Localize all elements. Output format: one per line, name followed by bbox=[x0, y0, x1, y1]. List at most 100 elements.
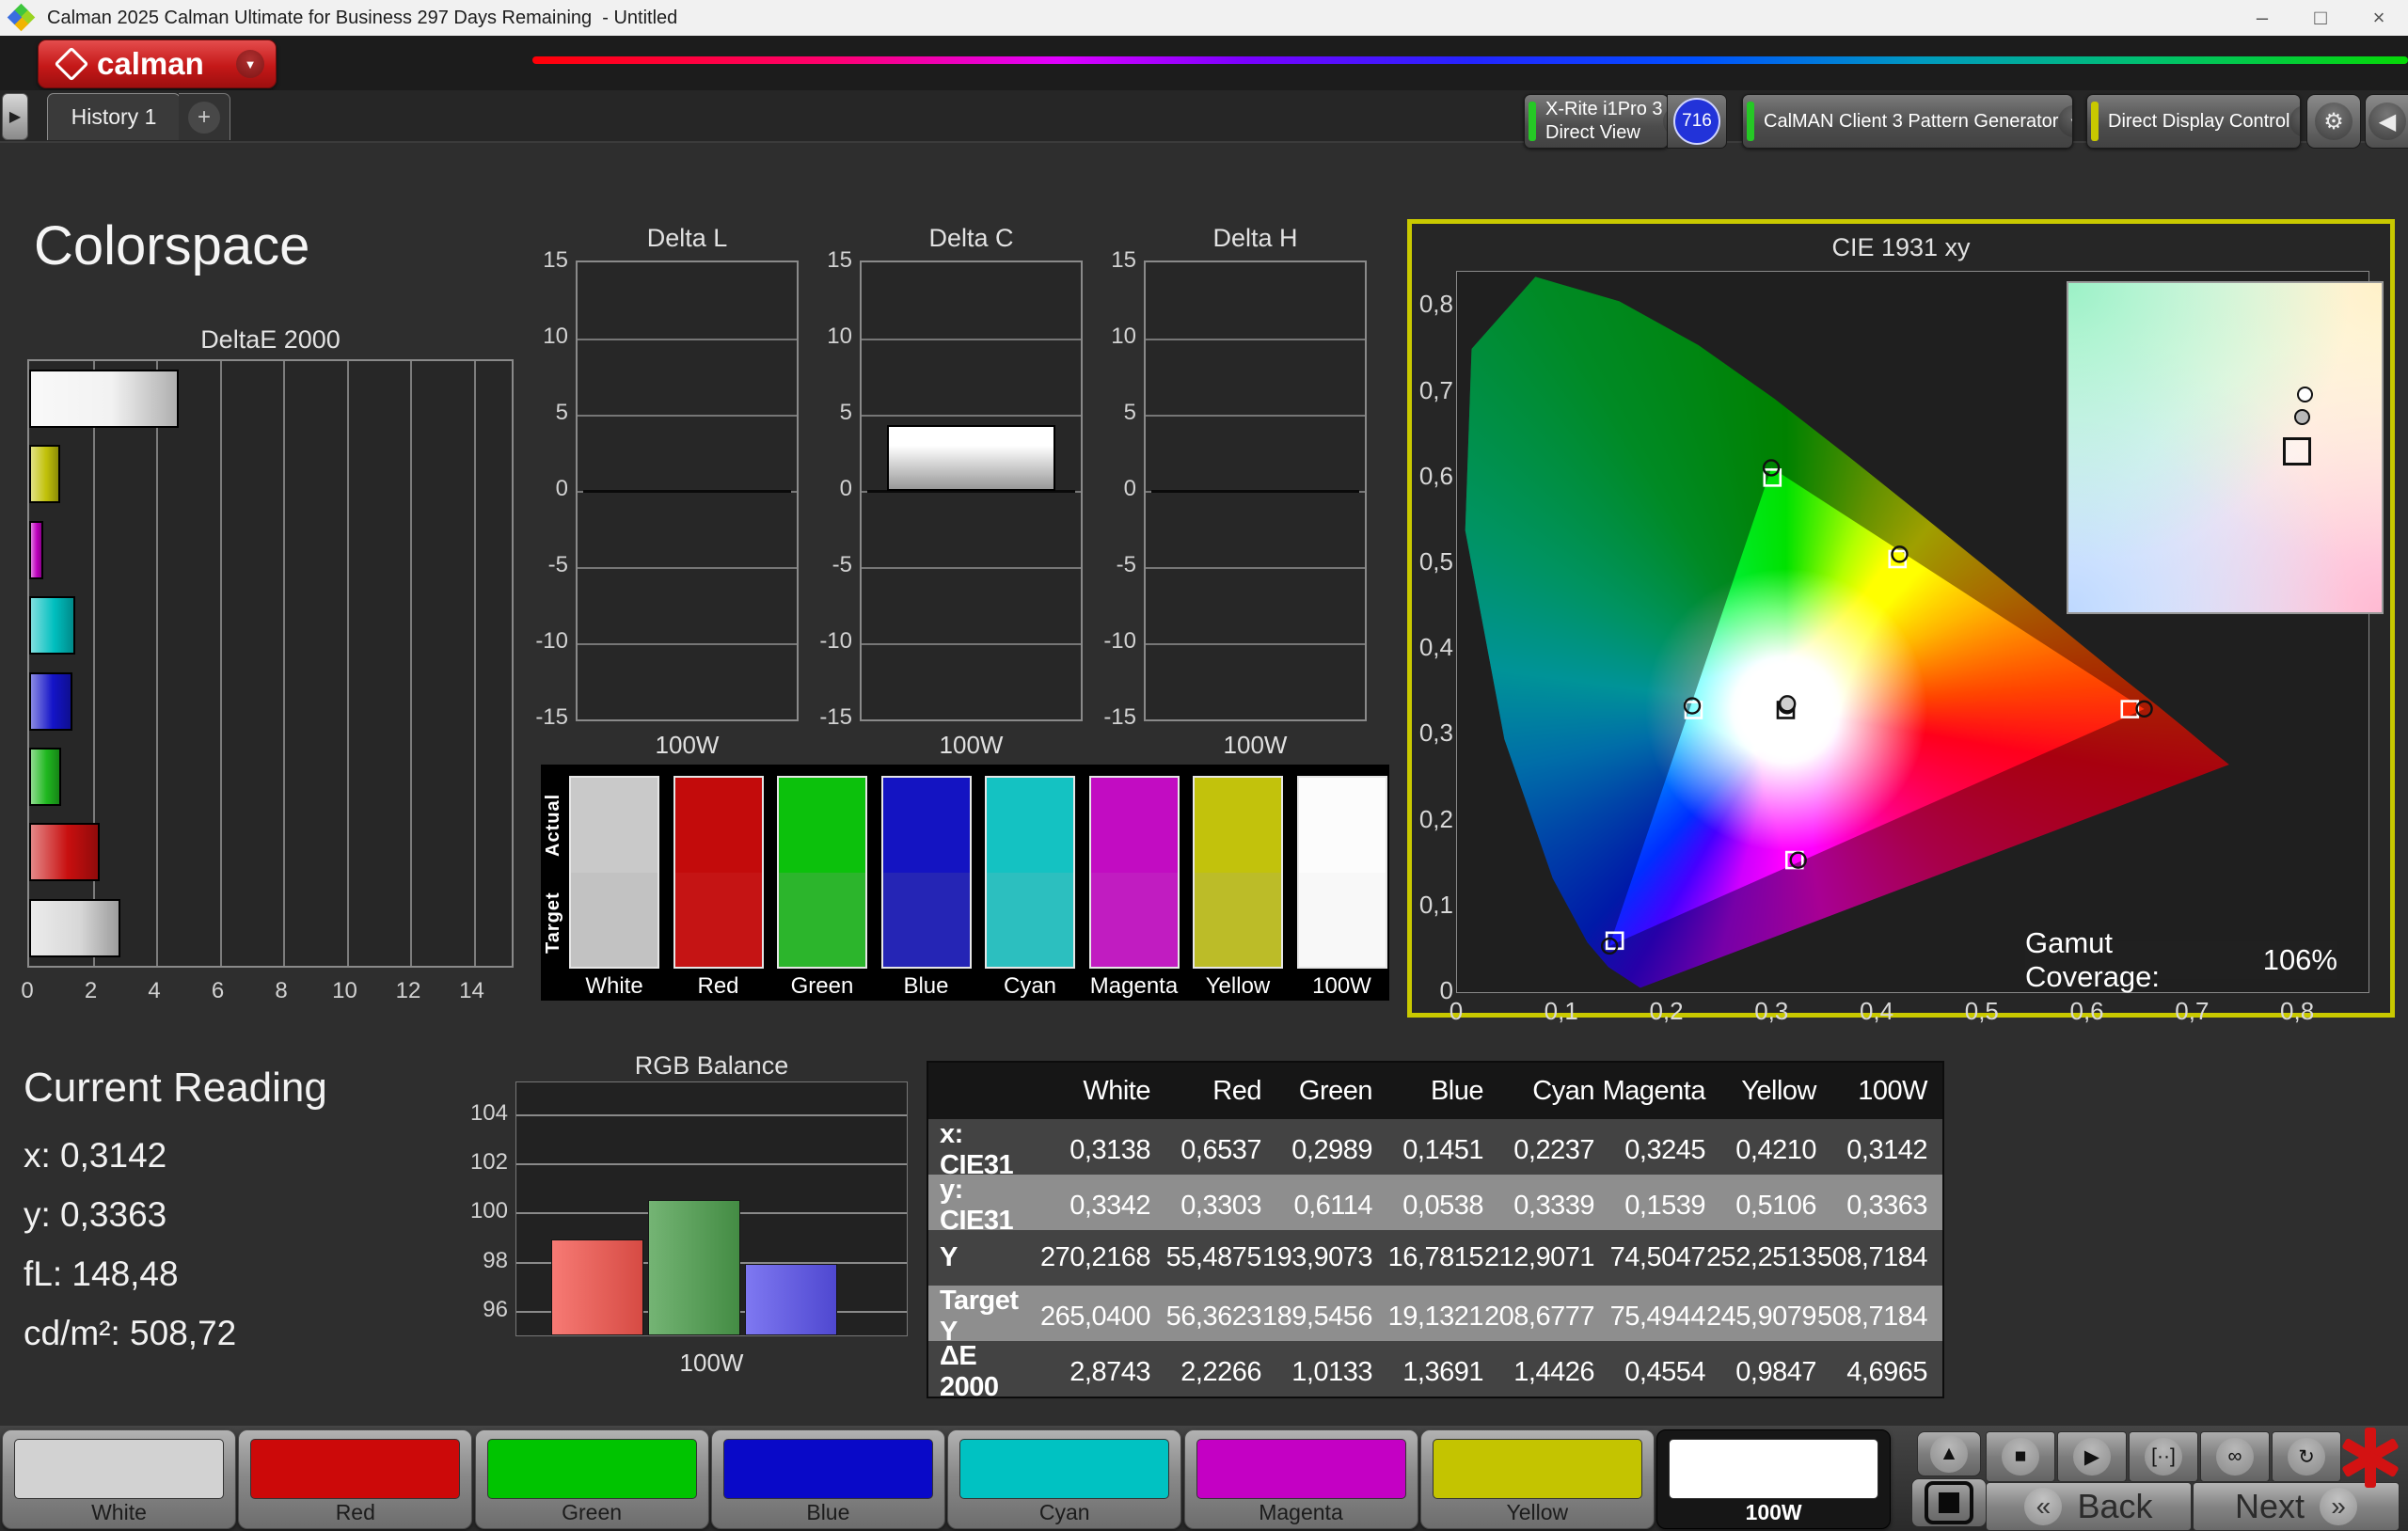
next-button[interactable]: Next » bbox=[2193, 1482, 2400, 1531]
tab-history-1[interactable]: History 1 bbox=[47, 93, 181, 140]
swatch-actual-blue bbox=[882, 778, 970, 873]
table-cell: 189,5456 bbox=[1262, 1301, 1372, 1332]
delta-c-chart: Delta C 100W 15 10 5 0 -5 -10 -15 bbox=[803, 216, 1092, 759]
table-cell: 0,6114 bbox=[1293, 1190, 1372, 1221]
meter-badge-cell[interactable]: 716 bbox=[1667, 94, 1727, 149]
table-cell: 2,2266 bbox=[1180, 1356, 1261, 1387]
inset-measured-100w-marker bbox=[2294, 409, 2310, 425]
table-cell: 0,3142 bbox=[1846, 1134, 1927, 1165]
table-header-cyan: Cyan bbox=[1532, 1075, 1594, 1106]
calman-logo-icon bbox=[54, 46, 89, 82]
deltae-bar-magenta bbox=[29, 520, 44, 579]
table-row-label: x: CIE31 bbox=[940, 1119, 1014, 1180]
loop-button[interactable]: ∞ bbox=[2200, 1431, 2270, 1482]
collapse-panel-button[interactable]: ◀ bbox=[2365, 94, 2408, 149]
swatch-target-white bbox=[571, 872, 657, 967]
table-cell: 0,3303 bbox=[1180, 1190, 1261, 1221]
gamut-coverage-readout: Gamut Coverage: 106% bbox=[2025, 926, 2337, 993]
delta-l-x-label: 100W bbox=[655, 731, 720, 759]
page-title: Colorspace bbox=[34, 215, 310, 276]
cie-x-tick: 0,1 bbox=[1544, 997, 1578, 1025]
table-cell: 4,6965 bbox=[1846, 1356, 1927, 1387]
delta_h-gridline bbox=[1146, 643, 1365, 645]
refresh-button[interactable]: ↻ bbox=[2272, 1431, 2341, 1482]
table-row: Target Y 265,0400 56,3623 189,5456 19,1321 20… bbox=[928, 1286, 1942, 1347]
minimize-button[interactable]: – bbox=[2233, 0, 2291, 36]
table-row-label: y: CIE31 bbox=[940, 1175, 1014, 1236]
current-reading-panel: Current Reading x: 0,3142 y: 0,3363 fL: 14… bbox=[24, 1065, 327, 1352]
measuring-indicator-icon bbox=[2340, 1428, 2400, 1488]
deltae-x-tick: 6 bbox=[211, 978, 225, 1003]
table-cell: 270,2168 bbox=[1040, 1242, 1150, 1272]
back-button[interactable]: « Back bbox=[1986, 1482, 2192, 1531]
swatch-label-blue: Blue bbox=[903, 973, 949, 999]
meter-count-badge: 716 bbox=[1673, 98, 1720, 145]
current-reading-line: cd/m²: 508,72 bbox=[24, 1314, 237, 1352]
loop-icon: ∞ bbox=[2216, 1438, 2254, 1476]
close-button[interactable]: × bbox=[2350, 0, 2408, 36]
play-button[interactable]: ▶ bbox=[2057, 1431, 2127, 1482]
swatch-target-red bbox=[674, 872, 762, 967]
swatch-column-blue bbox=[880, 776, 972, 969]
inset-target-white-marker bbox=[2283, 437, 2311, 466]
table-cell: 0,3339 bbox=[1513, 1190, 1594, 1221]
pattern-button-red[interactable]: Red bbox=[238, 1429, 473, 1529]
table-header-red: Red bbox=[1212, 1075, 1261, 1106]
rainbow-divider bbox=[532, 56, 2408, 64]
delta_l-y-tick: 10 bbox=[543, 324, 568, 349]
meter-dropdown[interactable]: X-Rite i1Pro 3 Direct View ▼ bbox=[1524, 94, 1669, 149]
range-button[interactable]: [··] bbox=[2129, 1431, 2198, 1482]
stop-icon: ■ bbox=[2002, 1438, 2039, 1476]
play-icon: ▶ bbox=[2073, 1438, 2111, 1476]
delta_l-y-tick: -5 bbox=[547, 552, 568, 577]
swatch-label-magenta: Magenta bbox=[1089, 973, 1179, 999]
pattern-button-label: Yellow bbox=[1506, 1500, 1569, 1524]
delta_h-y-tick: 15 bbox=[1111, 247, 1136, 273]
pattern-button-magenta[interactable]: Magenta bbox=[1183, 1429, 1418, 1529]
delta_h-gridline bbox=[1146, 415, 1365, 417]
swatch-actual-red bbox=[674, 778, 762, 873]
pattern-button-blue[interactable]: Blue bbox=[710, 1429, 945, 1529]
pattern-button-cyan[interactable]: Cyan bbox=[947, 1429, 1182, 1529]
rgb-balance-chart: RGB Balance 100W 96 98 100 102 104 bbox=[459, 1051, 948, 1377]
deltae-x-tick: 10 bbox=[332, 978, 357, 1003]
collapse-icon: ◀ bbox=[2368, 103, 2406, 140]
pattern-button-green[interactable]: Green bbox=[474, 1429, 709, 1529]
rgb-y-tick: 96 bbox=[483, 1296, 508, 1322]
deltae-x-tick: 8 bbox=[275, 978, 288, 1003]
pattern-window-up-button[interactable]: ▲ bbox=[1917, 1431, 1981, 1476]
add-tab-button[interactable]: + bbox=[179, 93, 230, 140]
pattern-window-button[interactable] bbox=[1911, 1478, 1987, 1527]
delta_h-y-tick: 0 bbox=[1123, 476, 1136, 501]
cie-measured-100w bbox=[1778, 695, 1797, 713]
deltae-x-tick: 2 bbox=[84, 978, 98, 1003]
display-control-dropdown[interactable]: Direct Display Control ▼ bbox=[2086, 94, 2301, 149]
pattern-generator-dropdown[interactable]: CalMAN Client 3 Pattern Generator ▼ bbox=[1742, 94, 2073, 149]
tab-scroll-button[interactable]: ▶ bbox=[2, 93, 28, 140]
calman-menu-button[interactable]: calman ▼ bbox=[38, 39, 277, 88]
cie-measured-blue bbox=[1600, 937, 1619, 955]
cie-y-tick: 0,7 bbox=[1418, 375, 1453, 404]
current-reading-line: x: 0,3142 bbox=[24, 1136, 167, 1175]
table-cell: 1,0133 bbox=[1291, 1356, 1372, 1387]
table-cell: 0,3363 bbox=[1846, 1190, 1927, 1221]
delta_h-zero-line bbox=[1151, 490, 1359, 493]
rgb-bar-blue bbox=[745, 1264, 837, 1335]
gamut-coverage-label: Gamut Coverage: bbox=[2025, 926, 2161, 993]
settings-button[interactable]: ⚙ bbox=[2306, 94, 2361, 149]
stop-button[interactable]: ■ bbox=[1986, 1431, 2055, 1482]
cie-y-tick: 0,5 bbox=[1418, 547, 1453, 576]
pattern-button-white[interactable]: White bbox=[2, 1429, 236, 1529]
cie-x-tick: 0,6 bbox=[2069, 997, 2104, 1025]
restore-button[interactable]: □ bbox=[2291, 0, 2350, 36]
table-cell: 0,4554 bbox=[1624, 1356, 1705, 1387]
delta_l-y-tick: 5 bbox=[555, 400, 568, 425]
back-chevrons-icon: « bbox=[2024, 1488, 2063, 1525]
pattern-button-yellow[interactable]: Yellow bbox=[1419, 1429, 1655, 1529]
cie-y-tick: 0,6 bbox=[1418, 461, 1453, 490]
pattern-window-icon bbox=[1925, 1481, 1973, 1524]
table-cell: 0,9847 bbox=[1735, 1356, 1816, 1387]
refresh-icon: ↻ bbox=[2288, 1438, 2325, 1476]
pattern-button-100w[interactable]: 100W bbox=[1656, 1429, 1892, 1529]
back-label: Back bbox=[2077, 1487, 2153, 1525]
